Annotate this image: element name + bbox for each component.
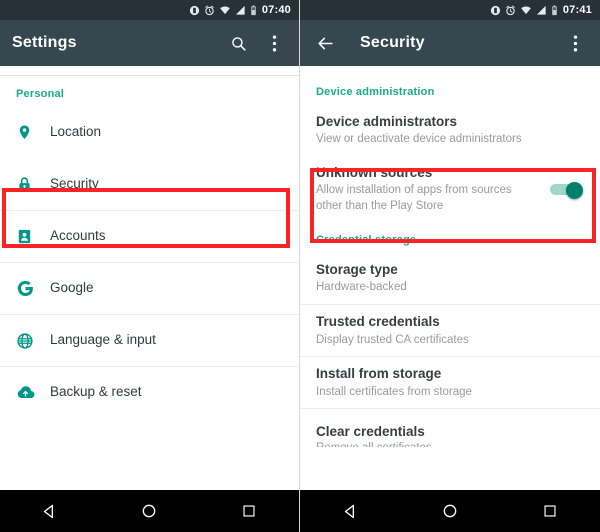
battery-icon [551, 4, 558, 16]
right-status-icons [490, 4, 558, 16]
left-navigation-bar [0, 490, 299, 532]
back-arrow-icon[interactable] [312, 30, 338, 56]
setting-title: Install from storage [316, 366, 442, 382]
globe-icon [16, 332, 50, 350]
nav-back-icon[interactable] [27, 490, 73, 532]
sidebar-item-accounts[interactable]: Accounts [0, 210, 299, 262]
overflow-menu-icon[interactable] [261, 30, 287, 56]
setting-subtitle: Install certificates from storage [316, 385, 472, 398]
right-toolbar: Security [300, 20, 600, 66]
row-text: Location [50, 123, 283, 141]
setting-title: Clear credentials [316, 423, 425, 439]
nav-recents-icon[interactable] [527, 490, 573, 532]
setting-row-install-from-storage[interactable]: Install from storage Install certificate… [300, 356, 600, 409]
security-settings-list[interactable]: Device administration Device administrat… [300, 66, 600, 490]
sidebar-item-location[interactable]: Location [0, 106, 299, 158]
unknown-sources-toggle[interactable] [550, 182, 584, 200]
settings-title: Settings [12, 34, 77, 51]
sidebar-item-label: Security [50, 175, 99, 191]
dnd-icon [189, 5, 200, 16]
row-text: Google [50, 279, 283, 297]
row-text: Install from storage Install certificate… [316, 365, 584, 400]
sidebar-item-label: Google [50, 280, 94, 296]
row-text: Clear credentials Remove all certificate… [316, 423, 584, 447]
setting-subtitle: Display trusted CA certificates [316, 333, 469, 346]
toggle-thumb [566, 182, 583, 200]
overflow-menu-icon[interactable] [562, 30, 588, 56]
setting-subtitle: View or deactivate device administrators [316, 132, 522, 145]
sidebar-item-label: Backup & reset [50, 384, 142, 400]
setting-row-storage-type[interactable]: Storage type Hardware-backed [300, 252, 600, 305]
row-text: Storage type Hardware-backed [316, 261, 584, 296]
left-status-icons [189, 4, 257, 16]
battery-icon [250, 4, 257, 16]
row-right [550, 182, 584, 200]
left-status-bar: 07:40 [0, 0, 299, 20]
list-top-gap [300, 66, 600, 74]
section-header-device-administration: Device administration [316, 86, 435, 98]
section-header-credential-storage: Credential storage [316, 234, 417, 247]
sidebar-item-label: Accounts [50, 228, 106, 244]
partial-list-item-top [0, 66, 299, 76]
settings-list[interactable]: Personal Location Security Accounts Goog… [0, 66, 299, 490]
account-badge-icon [16, 228, 50, 245]
wifi-icon [219, 5, 231, 16]
sidebar-item-language-input[interactable]: Language & input [0, 314, 299, 366]
setting-row-clear-credentials[interactable]: Clear credentials Remove all certificate… [300, 408, 600, 461]
nav-recents-icon[interactable] [226, 490, 272, 532]
sidebar-item-backup-reset[interactable]: Backup & reset [0, 366, 299, 418]
location-pin-icon [16, 124, 50, 141]
sidebar-item-label: Location [50, 123, 102, 139]
setting-title: Storage type [316, 261, 398, 277]
row-text: Backup & reset [50, 383, 283, 401]
right-status-time: 07:41 [562, 4, 592, 16]
search-icon[interactable] [225, 30, 251, 56]
clipped-subtitle-wrap: Remove all certificates [316, 441, 584, 447]
row-text: Unknown sources Allow installation of ap… [316, 164, 540, 214]
setting-row-device-administrators[interactable]: Device administrators View or deactivate… [300, 104, 600, 156]
google-g-icon [16, 279, 50, 298]
signal-icon [235, 5, 246, 16]
sidebar-item-google[interactable]: Google [0, 262, 299, 314]
setting-row-unknown-sources[interactable]: Unknown sources Allow installation of ap… [300, 156, 600, 223]
setting-subtitle: Allow installation of apps from sources … [316, 184, 512, 212]
left-status-time: 07:40 [261, 4, 291, 16]
nav-home-icon[interactable] [126, 490, 172, 532]
lock-icon [16, 176, 50, 193]
security-title: Security [360, 34, 425, 51]
dual-phone-screenshot: 07:40 Settings Personal Location Securit… [0, 0, 600, 532]
left-phone-panel: 07:40 Settings Personal Location Securit… [0, 0, 300, 532]
setting-row-trusted-credentials[interactable]: Trusted credentials Display trusted CA c… [300, 304, 600, 357]
cloud-upload-icon [16, 383, 50, 402]
sidebar-item-label: Language & input [50, 332, 156, 348]
setting-subtitle: Hardware-backed [316, 281, 407, 294]
sidebar-item-security[interactable]: Security [0, 158, 299, 210]
row-text: Accounts [50, 227, 283, 245]
right-status-bar: 07:41 [300, 0, 600, 20]
row-text: Language & input [50, 331, 283, 349]
wifi-icon [520, 5, 532, 16]
row-text: Device administrators View or deactivate… [316, 113, 584, 148]
row-text: Security [50, 175, 283, 193]
setting-title: Unknown sources [316, 165, 433, 180]
setting-title: Device administrators [316, 113, 458, 129]
right-navigation-bar [300, 490, 600, 532]
left-toolbar: Settings [0, 20, 299, 66]
nav-home-icon[interactable] [427, 490, 473, 532]
signal-icon [536, 5, 547, 16]
alarm-icon [505, 5, 516, 16]
row-text: Trusted credentials Display trusted CA c… [316, 313, 584, 348]
setting-title: Trusted credentials [316, 314, 440, 330]
nav-back-icon[interactable] [327, 490, 373, 532]
right-phone-panel: 07:41 Security Device administration Dev… [300, 0, 600, 532]
alarm-icon [204, 5, 215, 16]
setting-subtitle: Remove all certificates [316, 441, 584, 447]
dnd-icon [490, 5, 501, 16]
section-header-personal: Personal [16, 88, 65, 100]
